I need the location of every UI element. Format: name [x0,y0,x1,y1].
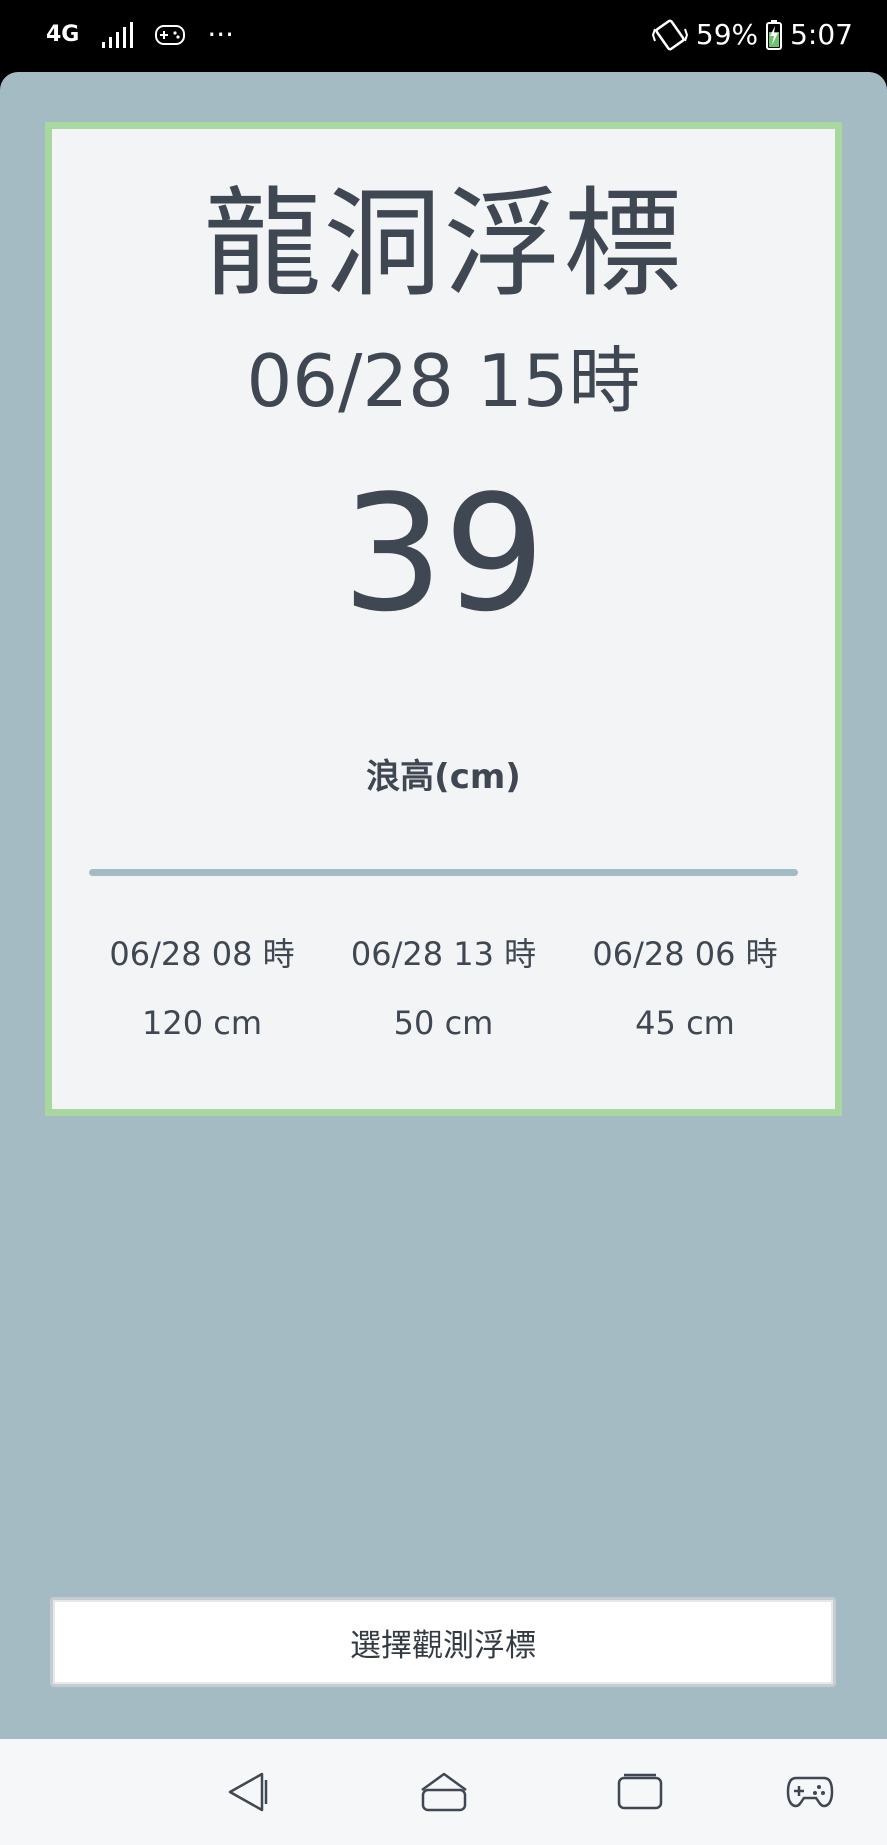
clock: 5:07 [790,18,853,51]
buoy-name: 龍洞浮標 [203,175,684,313]
history-list: 06/28 08 時 120 cm 06/28 13 時 50 cm 06/28… [52,929,835,1043]
history-item: 06/28 08 時 120 cm [97,929,307,1043]
history-time: 06/28 06 時 [592,935,778,973]
history-value: 120 cm [141,1004,262,1042]
history-time: 06/28 08 時 [109,935,295,973]
observation-datetime: 06/28 15時 [246,339,641,423]
network-type: 4G [46,22,80,47]
history-value: 50 cm [393,1004,494,1042]
gamepad-icon [786,1774,834,1814]
wave-height-value: 39 [341,460,546,647]
back-icon [226,1770,270,1818]
history-item: 06/28 06 時 45 cm [580,929,790,1043]
buoy-card: 龍洞浮標 06/28 15時 39 浪高(cm) 06/28 08 時 120 … [45,122,842,1116]
signal-icon [101,21,134,48]
more-notifications: ··· [207,18,235,51]
select-buoy-button[interactable]: 選擇觀測浮標 [50,1597,836,1687]
history-value: 45 cm [635,1004,735,1042]
app-content: 龍洞浮標 06/28 15時 39 浪高(cm) 06/28 08 時 120 … [0,72,887,1739]
gamepad-icon [155,24,186,46]
home-button[interactable] [414,1769,474,1819]
game-mode-button[interactable] [780,1769,840,1819]
battery-charging-icon [766,19,783,50]
home-icon [419,1770,469,1818]
battery-percent: 59% [695,18,759,51]
recents-icon [616,1772,664,1816]
recents-button[interactable] [610,1769,670,1819]
back-button[interactable] [218,1769,278,1819]
history-time: 06/28 13 時 [350,935,537,973]
status-bar: 4G ··· 59% 5:07 [0,0,887,72]
navigation-bar [0,1739,887,1845]
history-item: 06/28 13 時 50 cm [339,929,549,1043]
divider [89,869,798,876]
wave-height-label: 浪高(cm) [366,757,521,797]
vibrate-icon [651,19,688,51]
